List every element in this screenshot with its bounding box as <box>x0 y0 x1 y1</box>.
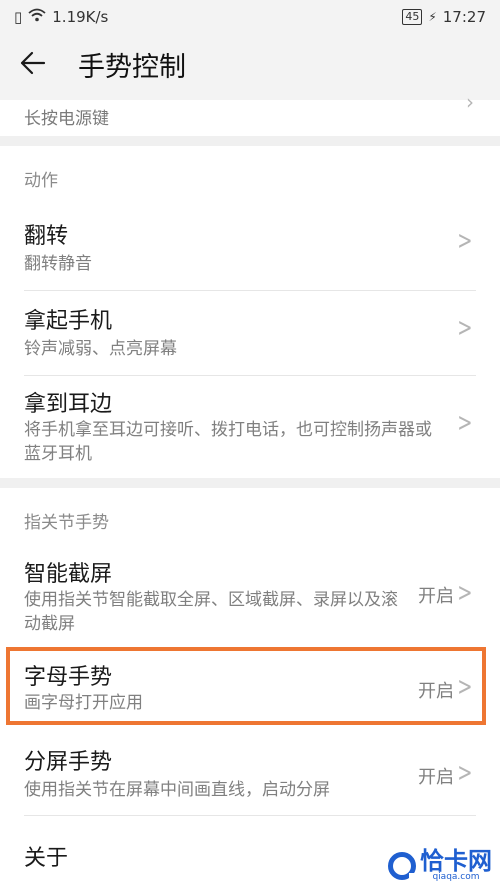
setting-title: 关于 <box>24 846 69 871</box>
setting-item-smart-screenshot[interactable]: 智能截屏 使用指关节智能截取全屏、区域截屏、录屏以及滚动截屏 开启 > <box>0 546 500 646</box>
power-key-label: 长按电源键 <box>24 109 109 129</box>
section-header-knuckle: 指关节手势 <box>24 513 109 533</box>
power-key-item[interactable]: 长按电源键 › <box>0 90 500 136</box>
watermark-logo: 恰卡网 qiaqa.com <box>388 849 492 883</box>
wifi-icon <box>28 8 46 26</box>
setting-subtitle: 铃声减弱、点亮屏幕 <box>24 339 177 359</box>
setting-item-pickup[interactable]: 拿起手机 铃声减弱、点亮屏幕 > <box>0 291 500 375</box>
setting-subtitle: 使用指关节在屏幕中间画直线，启动分屏 <box>24 780 330 800</box>
setting-title: 分屏手势 <box>24 750 113 775</box>
page-title: 手势控制 <box>78 52 186 83</box>
clock: 17:27 <box>442 8 486 26</box>
section-gap <box>0 478 500 488</box>
setting-title: 拿起手机 <box>24 309 113 334</box>
highlight-box <box>6 647 486 725</box>
chevron-right-icon: > <box>457 226 473 256</box>
chevron-right-icon: > <box>457 408 473 438</box>
setting-subtitle: 翻转静音 <box>24 254 92 274</box>
chevron-right-icon: > <box>457 758 473 788</box>
chevron-right-icon: › <box>466 90 474 114</box>
network-speed: 1.19K/s <box>52 8 109 26</box>
sim-icon: ▯ <box>14 8 23 26</box>
setting-subtitle: 将手机拿至耳边可接听、拨打电话，也可控制扬声器或蓝牙耳机 <box>24 420 432 464</box>
setting-item-raise-to-ear[interactable]: 拿到耳边 将手机拿至耳边可接听、拨打电话，也可控制扬声器或蓝牙耳机 > <box>0 376 500 478</box>
status-right: 45 ⚡ 17:27 <box>402 7 486 27</box>
chevron-right-icon: > <box>457 578 473 608</box>
setting-title: 拿到耳边 <box>24 392 113 417</box>
chevron-right-icon: > <box>457 313 473 343</box>
status-bar: ▯ 1.19K/s 45 ⚡ 17:27 <box>0 0 500 36</box>
setting-value: 开启 <box>418 586 454 607</box>
battery-indicator: 45 <box>402 9 423 25</box>
status-left: ▯ 1.19K/s <box>14 7 108 27</box>
watermark-brand: 恰卡网 <box>420 847 492 875</box>
setting-item-flip[interactable]: 翻转 翻转静音 > <box>0 204 500 290</box>
charging-icon: ⚡ <box>428 10 437 24</box>
setting-title: 翻转 <box>24 224 69 249</box>
section-header-actions: 动作 <box>24 171 58 191</box>
back-arrow-icon[interactable] <box>18 48 46 88</box>
watermark-url: qiaqa.com <box>432 872 480 882</box>
setting-subtitle: 使用指关节智能截取全屏、区域截屏、录屏以及滚动截屏 <box>24 590 398 634</box>
watermark-text: 恰卡网 qiaqa.com <box>420 849 492 882</box>
setting-title: 智能截屏 <box>24 562 113 587</box>
setting-value: 开启 <box>418 767 454 788</box>
watermark-icon <box>388 851 419 883</box>
app-bar: 手势控制 <box>0 36 500 100</box>
setting-item-split-screen[interactable]: 分屏手势 使用指关节在屏幕中间画直线，启动分屏 开启 > <box>0 730 500 814</box>
section-gap <box>0 136 500 146</box>
